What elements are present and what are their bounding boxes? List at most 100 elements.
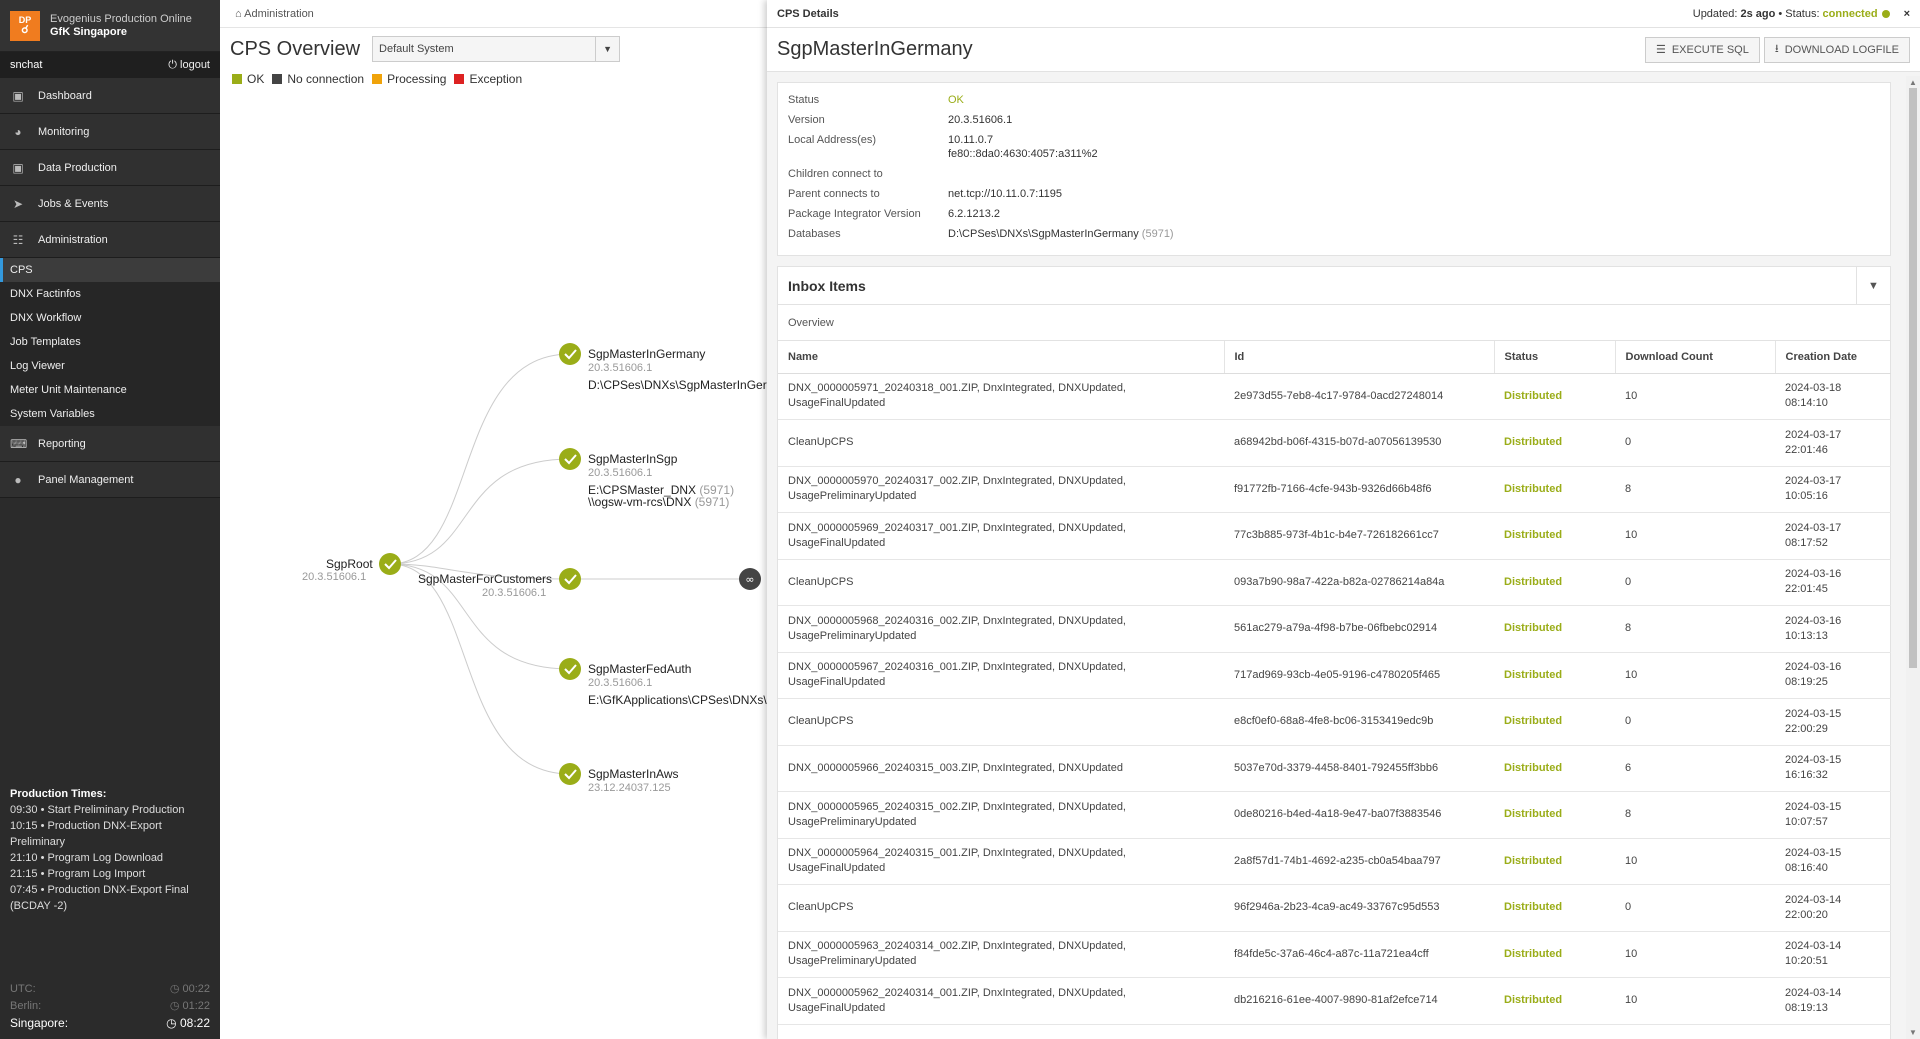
cell-status: Distributed: [1494, 838, 1615, 885]
nav-reporting[interactable]: ⌨ Reporting: [0, 426, 220, 462]
subnav-dnx-workflow[interactable]: DNX Workflow: [0, 306, 220, 330]
table-row[interactable]: DNX_0000005967_20240316_001.ZIP, DnxInte…: [778, 652, 1891, 699]
download-logfile-button[interactable]: ⭳ DOWNLOAD LOGFILE: [1763, 36, 1910, 63]
details-body: Status OK Version 20.3.51606.1 Local Addre…: [777, 82, 1891, 1039]
nav-data-production[interactable]: ▣ Data Production: [0, 150, 220, 186]
table-row[interactable]: DNX_0000005969_20240317_001.ZIP, DnxInte…: [778, 512, 1891, 560]
date: 2024-03-17: [1785, 475, 1842, 488]
table-row[interactable]: DNX_0000005962_20240314_001.ZIP, DnxInte…: [778, 977, 1891, 1025]
nav-dashboard[interactable]: ▣ Dashboard: [0, 78, 220, 114]
node-icon-germany[interactable]: [559, 343, 581, 365]
scrollbar-thumb[interactable]: [1909, 88, 1917, 668]
node-icon-aws[interactable]: [559, 763, 581, 785]
name-line2: UsagePreliminaryUpdated: [788, 815, 917, 828]
subnav-cps[interactable]: CPS: [0, 258, 220, 282]
brand-line1: Evogenius Production Online: [50, 12, 192, 25]
scrollbar[interactable]: ▲ ▼: [1906, 76, 1920, 1039]
table-row[interactable]: CleanUpCPS e8cf0ef0-68a8-4fe8-bc06-315341…: [778, 698, 1891, 746]
column-header[interactable]: Download Count: [1615, 341, 1776, 374]
column-header[interactable]: Id: [1224, 341, 1495, 374]
node-icon-sgp[interactable]: [559, 448, 581, 470]
nav-panel-management[interactable]: ● Panel Management: [0, 462, 220, 498]
clock-time: 00:22: [170, 982, 210, 995]
tree-node-path: E:\GfKApplications\CPSes\DNXs\: [588, 693, 767, 707]
cell-creation-date: 2024-03-17 22:01:46: [1775, 419, 1891, 467]
table-row[interactable]: DNX_0000005964_20240315_001.ZIP, DnxInte…: [778, 838, 1891, 885]
cell-download-count: 0: [1615, 419, 1775, 467]
details-label: CPS Details: [777, 7, 839, 20]
table-row[interactable]: DNX_0000005970_20240317_002.ZIP, DnxInte…: [778, 466, 1891, 513]
cell-name: [778, 1024, 1224, 1039]
cell-status: Distributed: [1494, 745, 1615, 792]
brand-line2: GfK Singapore: [50, 25, 128, 38]
admin-subnav: CPS DNX Factinfos DNX Workflow Job Templ…: [0, 258, 220, 426]
tree-node-name[interactable]: SgpMasterInAws: [588, 767, 679, 781]
node-icon-customers[interactable]: [559, 568, 581, 590]
system-select[interactable]: Default System ▼: [372, 36, 621, 62]
name-line1: DNX_0000005965_20240315_002.ZIP, DnxInte…: [788, 800, 1126, 813]
node-icon-root[interactable]: [379, 553, 401, 575]
time: 08:19:13: [1785, 1001, 1828, 1014]
tree-node-name[interactable]: SgpMasterForCustomers: [418, 572, 552, 586]
cell-creation-date: 2024-03-17 08:17:52: [1775, 512, 1891, 560]
cell-id: a68942bd-b06f-4315-b07d-a07056139530: [1224, 419, 1494, 467]
table-row[interactable]: DNX_0000005971_20240318_001.ZIP, DnxInte…: [778, 373, 1891, 420]
tree-link: [389, 353, 571, 565]
execute-sql-button[interactable]: ☰ EXECUTE SQL: [1644, 36, 1760, 63]
table-row[interactable]: DNX_0000005965_20240315_002.ZIP, DnxInte…: [778, 791, 1891, 839]
cell-download-count: 10: [1615, 931, 1775, 978]
column-header[interactable]: Status: [1494, 341, 1616, 374]
cell-creation-date: 2024-03-15 08:16:40: [1775, 838, 1891, 885]
video-icon: ▣: [12, 88, 24, 103]
filter-icon[interactable]: ▼: [1856, 267, 1890, 304]
cell-download-count: 8: [1615, 791, 1775, 839]
close-icon[interactable]: ×: [1904, 8, 1910, 20]
table-row[interactable]: CleanUpCPS a68942bd-b06f-4315-b07d-a07056…: [778, 419, 1891, 467]
name-line1: CleanUpCPS: [788, 901, 854, 914]
table-row[interactable]: CleanUpCPS 093a7b90-98a7-422a-b82a-027862…: [778, 559, 1891, 606]
scroll-up-icon[interactable]: ▲: [1909, 78, 1917, 87]
cell-download-count: 0: [1615, 698, 1775, 746]
table-row[interactable]: 2024-03-13: [778, 1024, 1891, 1039]
subnav-meter-unit-maintenance[interactable]: Meter Unit Maintenance: [0, 378, 220, 402]
name-line2: UsagePreliminaryUpdated: [788, 490, 917, 503]
cell-id: 093a7b90-98a7-422a-b82a-02786214a84a: [1224, 559, 1494, 606]
prop-key: Databases: [788, 228, 841, 240]
sitemap-icon: ☷: [12, 232, 24, 247]
nav-jobs-events[interactable]: ➤ Jobs & Events: [0, 186, 220, 222]
inbox-title: Inbox Items: [788, 277, 866, 294]
clock-label: Singapore:: [10, 1015, 69, 1030]
breadcrumb-item[interactable]: Administration: [244, 8, 314, 20]
subnav-system-variables[interactable]: System Variables: [0, 402, 220, 426]
prop-databases: Databases D:\CPSes\DNXs\SgpMasterInGerman…: [788, 227, 1880, 241]
nav-monitoring[interactable]: ◕ Monitoring: [0, 114, 220, 150]
nav-administration[interactable]: ☷ Administration: [0, 222, 220, 258]
expand-children-button[interactable]: ∞: [739, 568, 761, 590]
tree-node-name[interactable]: SgpRoot: [326, 557, 373, 571]
time: 10:05:16: [1785, 490, 1828, 503]
power-icon: ⏻: [168, 58, 177, 71]
column-header[interactable]: Creation Date: [1775, 341, 1891, 374]
table-row[interactable]: DNX_0000005963_20240314_002.ZIP, DnxInte…: [778, 931, 1891, 978]
tree-node-name[interactable]: SgpMasterInGermany: [588, 347, 705, 361]
tree-node-name[interactable]: SgpMasterInSgp: [588, 452, 677, 466]
details-topbar: CPS Details Updated: 2s ago • Status: co…: [767, 0, 1920, 28]
subnav-log-viewer[interactable]: Log Viewer: [0, 354, 220, 378]
tree-node-name[interactable]: SgpMasterFedAuth: [588, 662, 691, 676]
column-header[interactable]: Name: [778, 341, 1225, 374]
date: 2024-03-16: [1785, 568, 1842, 581]
name-line1: DNX_0000005962_20240314_001.ZIP, DnxInte…: [788, 986, 1126, 999]
subnav-job-templates[interactable]: Job Templates: [0, 330, 220, 354]
table-row[interactable]: DNX_0000005968_20240316_002.ZIP, DnxInte…: [778, 605, 1891, 653]
prop-local-address: Local Address(es) 10.11.0.7 fe80::8da0:463…: [788, 133, 1880, 161]
table-row[interactable]: CleanUpCPS 96f2946a-2b23-4ca9-ac49-33767c…: [778, 884, 1891, 932]
logout-link[interactable]: ⏻ logout: [168, 59, 210, 72]
subnav-dnx-factinfos[interactable]: DNX Factinfos: [0, 282, 220, 306]
date: 2024-03-16: [1785, 661, 1842, 674]
details-title: SgpMasterInGermany: [777, 38, 973, 60]
brand-text: Evogenius Production Online GfK Singapor…: [50, 13, 192, 39]
users-icon: ●: [14, 472, 22, 487]
table-row[interactable]: DNX_0000005966_20240315_003.ZIP, DnxInte…: [778, 745, 1891, 792]
node-icon-fedauth[interactable]: [559, 658, 581, 680]
scroll-down-icon[interactable]: ▼: [1909, 1028, 1917, 1037]
